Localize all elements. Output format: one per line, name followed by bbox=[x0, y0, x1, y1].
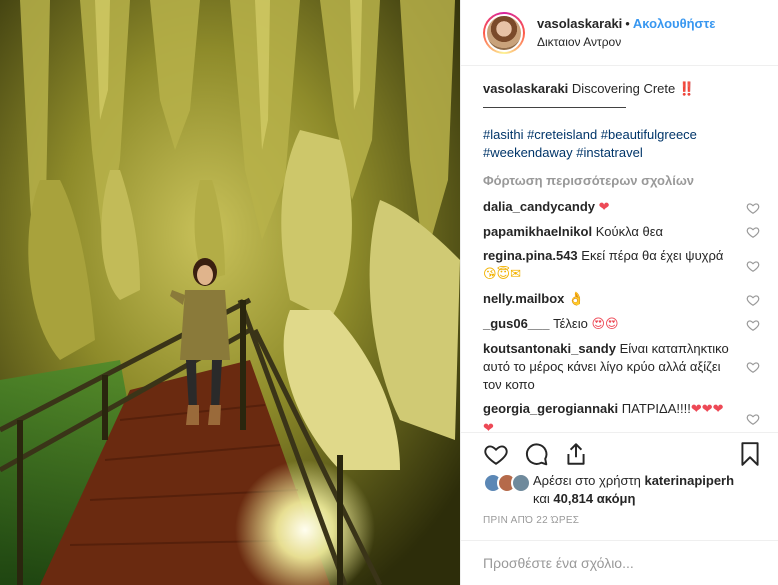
caption-username[interactable]: vasolaskaraki bbox=[483, 81, 568, 96]
comment-text: Εκεί πέρα θα έχει ψυχρά bbox=[581, 248, 724, 263]
heart-icon[interactable] bbox=[483, 441, 509, 467]
location-link[interactable]: Δικταιον Αντρον bbox=[537, 33, 715, 51]
post-header: vasolaskaraki • Ακολουθήστε Δικταιον Αντρο… bbox=[461, 0, 778, 66]
comments-section: vasolaskaraki Discovering Crete ‼️ —————… bbox=[461, 66, 778, 438]
comment-username[interactable]: papamikhaelnikol bbox=[483, 224, 592, 239]
separator-dot: • bbox=[625, 15, 630, 31]
comment-heart-icon[interactable] bbox=[746, 318, 760, 332]
likes-text: Αρέσει στο χρήστη katerinapiperh και 40,… bbox=[533, 472, 763, 508]
comment-item: dalia_candycandy ❤ bbox=[483, 198, 760, 217]
action-bar bbox=[461, 432, 778, 474]
caption: vasolaskaraki Discovering Crete ‼️ —————… bbox=[483, 80, 760, 116]
post-timestamp[interactable]: ΠΡΙΝ ΑΠΌ 22 ΏΡΕΣ bbox=[483, 515, 579, 526]
comment-heart-icon[interactable] bbox=[746, 293, 760, 307]
likes-count[interactable]: 40,814 bbox=[553, 491, 593, 506]
comment-emoji: 😘😇✉ bbox=[483, 267, 521, 282]
comment-emoji: ❤ bbox=[598, 200, 610, 215]
comment-username[interactable]: _gus06___ bbox=[483, 316, 550, 331]
comment-icon[interactable] bbox=[523, 441, 549, 467]
comment-text: Κούκλα θεα bbox=[595, 224, 664, 239]
comment-item: koutsantonaki_sandy Είναι καταπληκτικο α… bbox=[483, 340, 760, 394]
comment-username[interactable]: dalia_candycandy bbox=[483, 199, 595, 214]
post-photo[interactable] bbox=[0, 0, 460, 585]
instagram-post: vasolaskaraki • Ακολουθήστε Δικταιον Αντρο… bbox=[0, 0, 778, 585]
comment-text: ΠΑΤΡΙΔΑ!!!! bbox=[621, 401, 691, 416]
comment-item: _gus06___ Τέλειο 😍😍 bbox=[483, 315, 760, 334]
comment-emoji: 😍😍 bbox=[591, 317, 619, 332]
caption-divider: ——————————— bbox=[483, 99, 626, 114]
comment-emoji: 👌 bbox=[568, 292, 585, 307]
comment-text: Τέλειο bbox=[553, 316, 588, 331]
bookmark-icon[interactable] bbox=[737, 441, 763, 467]
post-sidebar: vasolaskaraki • Ακολουθήστε Δικταιον Αντρο… bbox=[460, 0, 778, 585]
comment-username[interactable]: koutsantonaki_sandy bbox=[483, 341, 616, 356]
comment-heart-icon[interactable] bbox=[746, 225, 760, 239]
comment-heart-icon[interactable] bbox=[746, 360, 760, 374]
caption-hashtags[interactable]: #lasithi #creteisland #beautifulgreece #… bbox=[483, 126, 760, 162]
comment-username[interactable]: georgia_gerogiannaki bbox=[483, 401, 618, 416]
add-comment-bar bbox=[461, 540, 778, 585]
header-username[interactable]: vasolaskaraki bbox=[537, 16, 622, 31]
comment-item: nelly.mailbox 👌 bbox=[483, 290, 760, 309]
comment-item: regina.pina.543 Εκεί πέρα θα έχει ψυχρά … bbox=[483, 247, 760, 284]
avatar[interactable] bbox=[485, 13, 523, 52]
liker-avatars[interactable] bbox=[483, 473, 531, 493]
cave-photo-image bbox=[0, 0, 460, 585]
story-ring[interactable] bbox=[483, 11, 525, 54]
liker-avatar bbox=[511, 473, 531, 493]
comment-heart-icon[interactable] bbox=[746, 201, 760, 215]
comment-item: papamikhaelnikol Κούκλα θεα bbox=[483, 223, 760, 241]
likes-summary: Αρέσει στο χρήστη katerinapiperh και 40,… bbox=[483, 472, 763, 508]
likes-and: και bbox=[533, 491, 550, 506]
comment-username[interactable]: nelly.mailbox bbox=[483, 291, 564, 306]
follow-button[interactable]: Ακολουθήστε bbox=[633, 16, 716, 31]
comment-heart-icon[interactable] bbox=[746, 412, 760, 426]
header-text: vasolaskaraki • Ακολουθήστε Δικταιον Αντρο… bbox=[537, 15, 715, 51]
comment-username[interactable]: regina.pina.543 bbox=[483, 248, 578, 263]
likes-prefix: Αρέσει στο χρήστη bbox=[533, 473, 641, 488]
likes-suffix[interactable]: ακόμη bbox=[597, 491, 636, 506]
add-comment-input[interactable] bbox=[483, 555, 757, 571]
share-icon[interactable] bbox=[563, 441, 589, 467]
load-more-comments-button[interactable]: Φόρτωση περισσότερων σχολίων bbox=[483, 172, 760, 190]
caption-text: Discovering Crete ‼️ bbox=[571, 81, 696, 96]
comment-heart-icon[interactable] bbox=[746, 259, 760, 273]
liker-username[interactable]: katerinapiperh bbox=[644, 473, 734, 488]
